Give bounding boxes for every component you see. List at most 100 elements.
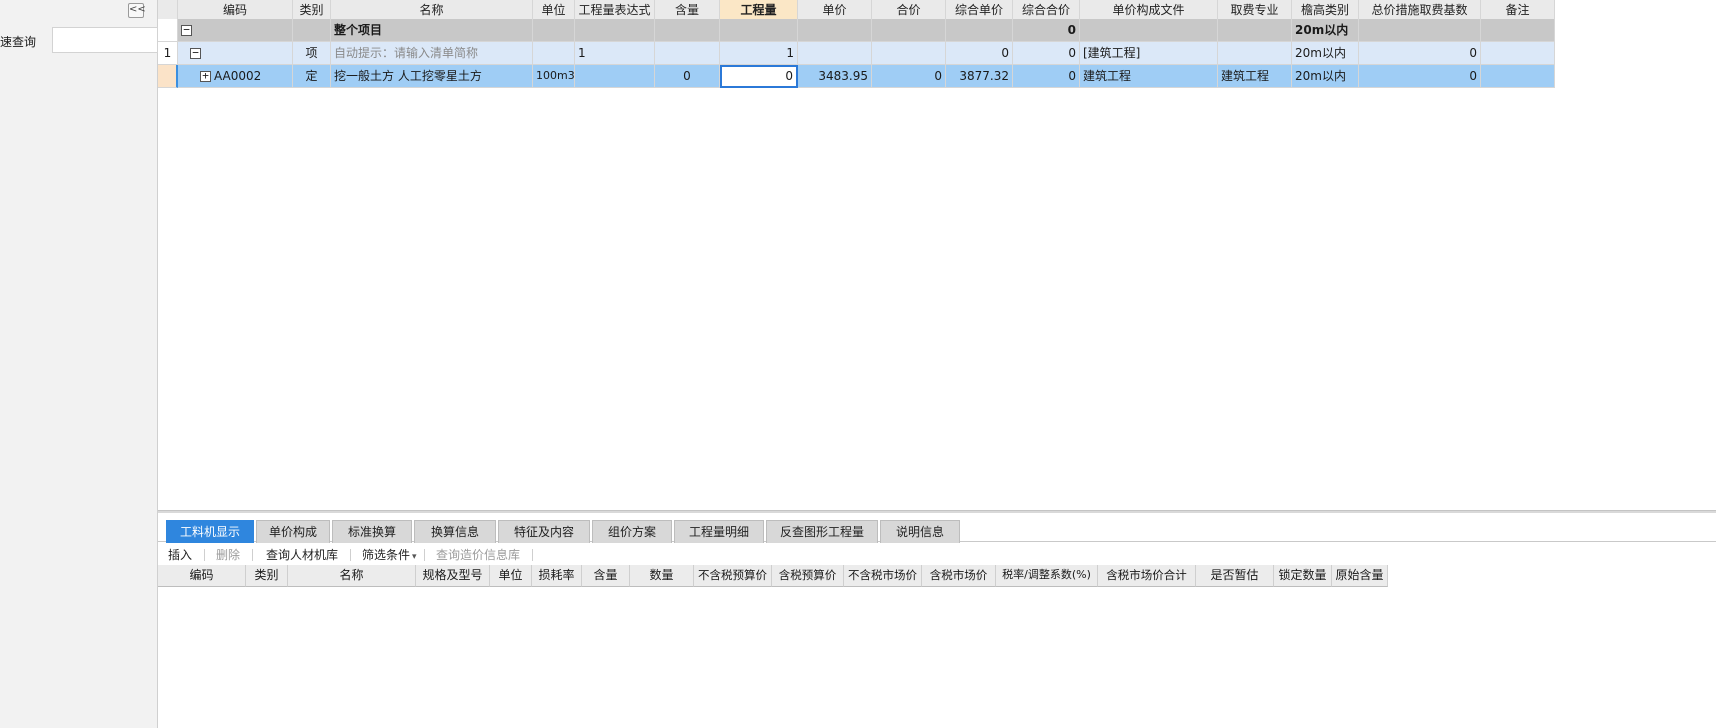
price-cell[interactable]: 3483.95 <box>798 65 872 88</box>
sub-header-name[interactable]: 名称 <box>288 565 416 587</box>
quick-search-input[interactable] <box>52 27 158 53</box>
table-row-quota[interactable]: + AA0002 定 挖一般土方 人工挖零星土方 100m3 0 0 3483.9… <box>158 65 1684 88</box>
chevron-down-icon: ▾ <box>412 552 417 562</box>
bottom-toolbar: 插入 删除 查询人材机库 筛选条件 ▾ 查询造价信息库 <box>158 543 1716 565</box>
sub-header-locked-qty[interactable]: 锁定数量 <box>1274 565 1332 587</box>
code-cell[interactable]: − <box>178 42 293 65</box>
type-cell[interactable]: 项 <box>293 42 331 65</box>
comp-price-cell[interactable] <box>946 19 1013 42</box>
qty-cell[interactable]: 1 <box>720 42 798 65</box>
query-price-info-button[interactable]: 查询造价信息库 <box>436 546 520 563</box>
eave-cell[interactable]: 20m以内 <box>1292 42 1359 65</box>
tab-labor-material-machine[interactable]: 工料机显示 <box>166 520 254 543</box>
main-grid: 编码 类别 名称 单位 工程量表达式 含量 工程量 单价 合价 综合单价 综合合… <box>158 0 1716 510</box>
price-cell[interactable] <box>798 19 872 42</box>
fee-cell[interactable] <box>1218 19 1292 42</box>
toolbar-divider <box>252 549 253 561</box>
qty-edit-field[interactable]: 0 <box>720 65 798 88</box>
tab-unit-price-composition[interactable]: 单价构成 <box>256 520 330 543</box>
remark-cell[interactable] <box>1481 65 1555 88</box>
eave-cell[interactable]: 20m以内 <box>1292 19 1359 42</box>
comp-price-cell[interactable]: 0 <box>946 42 1013 65</box>
sub-header-pretax-budget-price[interactable]: 不含税预算价 <box>694 565 772 587</box>
file-cell[interactable] <box>1080 19 1218 42</box>
total-cell[interactable] <box>872 19 946 42</box>
code-cell[interactable]: − <box>178 19 293 42</box>
tab-reverse-graphic-quantity[interactable]: 反查图形工程量 <box>766 520 878 543</box>
sub-header-taxed-budget-price[interactable]: 含税预算价 <box>772 565 844 587</box>
comp-total-cell[interactable]: 0 <box>1013 19 1080 42</box>
unit-cell[interactable] <box>533 42 575 65</box>
insert-button[interactable]: 插入 <box>168 546 192 563</box>
price-cell[interactable] <box>798 42 872 65</box>
sub-header-content[interactable]: 含量 <box>582 565 630 587</box>
unit-cell[interactable] <box>533 19 575 42</box>
name-cell[interactable]: 自动提示：请输入清单简称 <box>331 42 533 65</box>
tab-standard-conversion[interactable]: 标准换算 <box>332 520 412 543</box>
table-row-project[interactable]: − 整个项目 0 20m以内 <box>158 19 1684 42</box>
eave-cell[interactable]: 20m以内 <box>1292 65 1359 88</box>
query-material-library-button[interactable]: 查询人材机库 <box>266 546 338 563</box>
sub-header-is-estimate[interactable]: 是否暂估 <box>1196 565 1274 587</box>
sub-header-original-content[interactable]: 原始含量 <box>1332 565 1388 587</box>
delete-button[interactable]: 删除 <box>216 546 240 563</box>
toolbar-divider <box>350 549 351 561</box>
base-cell[interactable]: 0 <box>1359 42 1481 65</box>
name-cell[interactable]: 挖一般土方 人工挖零星土方 <box>331 65 533 88</box>
filter-conditions-dropdown[interactable]: 筛选条件 ▾ <box>362 546 417 563</box>
left-panel: << 速查询 <box>0 0 158 728</box>
comp-price-cell[interactable]: 3877.32 <box>946 65 1013 88</box>
comp-total-cell[interactable]: 0 <box>1013 42 1080 65</box>
remark-cell[interactable] <box>1481 42 1555 65</box>
material-grid-header: 编码 类别 名称 规格及型号 单位 损耗率 含量 数量 不含税预算价 含税预算价… <box>158 565 1684 588</box>
content-cell[interactable]: 0 <box>655 65 720 88</box>
fee-cell[interactable]: 建筑工程 <box>1218 65 1292 88</box>
fee-cell[interactable] <box>1218 42 1292 65</box>
collapse-icon[interactable]: − <box>190 47 201 59</box>
sub-header-loss-rate[interactable]: 损耗率 <box>532 565 582 587</box>
expr-cell[interactable] <box>575 19 655 42</box>
code-text: AA0002 <box>214 69 262 83</box>
type-cell[interactable]: 定 <box>293 65 331 88</box>
expr-cell[interactable] <box>575 65 655 88</box>
sub-header-code[interactable]: 编码 <box>158 565 246 587</box>
tab-conversion-info[interactable]: 换算信息 <box>414 520 496 543</box>
tab-description-info[interactable]: 说明信息 <box>880 520 960 543</box>
expr-cell[interactable]: 1 <box>575 42 655 65</box>
base-cell[interactable]: 0 <box>1359 65 1481 88</box>
tab-pricing-scheme[interactable]: 组价方案 <box>592 520 672 543</box>
total-cell[interactable] <box>872 42 946 65</box>
sub-header-tax-rate[interactable]: 税率/调整系数(%) <box>996 565 1098 587</box>
base-cell[interactable] <box>1359 19 1481 42</box>
expand-icon[interactable]: + <box>200 70 211 82</box>
sub-header-pretax-market-price[interactable]: 不含税市场价 <box>844 565 922 587</box>
toolbar-divider <box>532 549 533 561</box>
comp-total-cell[interactable]: 0 <box>1013 65 1080 88</box>
sub-header-type[interactable]: 类别 <box>246 565 288 587</box>
file-cell[interactable]: 建筑工程 <box>1080 65 1218 88</box>
code-cell[interactable]: + AA0002 <box>178 65 293 88</box>
qty-cell[interactable] <box>720 19 798 42</box>
collapse-icon[interactable]: − <box>181 24 192 36</box>
sub-header-amount[interactable]: 数量 <box>630 565 694 587</box>
content-cell[interactable] <box>655 19 720 42</box>
sub-header-taxed-market-price[interactable]: 含税市场价 <box>922 565 996 587</box>
row-number <box>158 19 178 42</box>
table-row-item[interactable]: 1 − 项 自动提示：请输入清单简称 1 1 0 0 [建筑工程] 20m以内 … <box>158 42 1684 65</box>
total-cell[interactable]: 0 <box>872 65 946 88</box>
type-cell[interactable] <box>293 19 331 42</box>
row-number <box>158 65 178 88</box>
unit-cell[interactable]: 100m3 <box>533 65 575 88</box>
double-chevron-left-icon[interactable]: << <box>128 3 146 18</box>
tab-features-content[interactable]: 特征及内容 <box>498 520 590 543</box>
sub-header-unit[interactable]: 单位 <box>490 565 532 587</box>
sub-header-taxed-market-total[interactable]: 含税市场价合计 <box>1098 565 1196 587</box>
name-cell[interactable]: 整个项目 <box>331 19 533 42</box>
file-cell[interactable]: [建筑工程] <box>1080 42 1218 65</box>
content-cell[interactable] <box>655 42 720 65</box>
remark-cell[interactable] <box>1481 19 1555 42</box>
sub-header-spec[interactable]: 规格及型号 <box>416 565 490 587</box>
quick-search-label: 速查询 <box>0 35 37 49</box>
tab-quantity-detail[interactable]: 工程量明细 <box>674 520 764 543</box>
toolbar-divider <box>424 549 425 561</box>
